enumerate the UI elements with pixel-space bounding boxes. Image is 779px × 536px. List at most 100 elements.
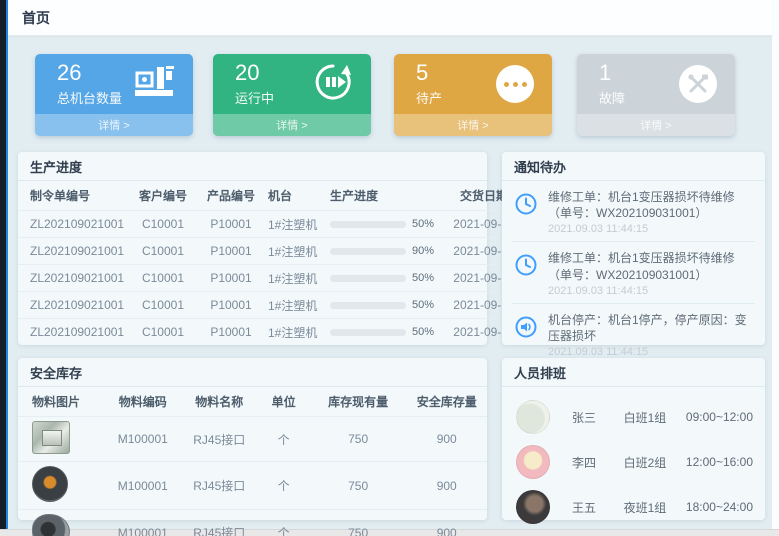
material-name: RJ45接口 [181,510,257,536]
table-row: M100001 RJ45接口 个 750 900 [18,462,487,510]
progress-percent: 50% [412,218,434,230]
shift-time: 18:00~24:00 [686,500,753,514]
avatar [516,400,550,434]
progress-percent: 50% [412,326,434,338]
notification-time: 2021.09.03 11:44:15 [548,223,753,235]
speaker-icon [514,312,540,358]
notification-item[interactable]: 维修工单：机台1变压器损坏待维修（单号：WX202109031001） 2021… [512,181,755,242]
running-icon [313,62,353,107]
card-detail-link[interactable]: 详情 > [213,114,371,136]
column-header: 物料图片 [18,387,105,417]
person-name: 王五 [572,499,624,516]
column-header: 库存现有量 [310,387,407,417]
current-stock: 750 [310,417,407,462]
table-row: ZL202109021001 C10001 P10001 1#注塑机 50% 2… [18,292,522,319]
column-header: 单位 [258,387,310,417]
column-header: 安全库存量 [406,387,487,417]
machine-name: 1#注塑机 [266,211,328,238]
table-row: ZL202109021001 C10001 P10001 1#注塑机 50% 2… [18,319,522,346]
current-stock: 750 [310,462,407,510]
progress-bar: 50% [330,326,444,338]
stat-card-total-machines[interactable]: 26 总机台数量 详情 > [35,54,193,136]
right-window-edge [772,0,779,529]
production-progress-panel: 生产进度 制令单编号 客户编号 产品编号 机台 生产进度 交货日期 ZL2021… [18,152,487,345]
customer-no: C10001 [130,265,196,292]
shift-label: 白班2组 [624,454,686,471]
progress-bar: 50% [330,299,444,311]
stat-card-running[interactable]: 20 运行中 详情 > [213,54,371,136]
progress-percent: 50% [412,272,434,284]
current-stock: 750 [310,510,407,536]
person-name: 张三 [572,409,624,426]
shift-label: 白班1组 [624,409,686,426]
material-code: M100001 [105,510,181,536]
clock-icon [514,189,540,235]
table-header-row: 物料图片 物料编码 物料名称 单位 库存现有量 安全库存量 [18,387,487,417]
shift-time: 12:00~16:00 [686,455,753,469]
card-detail-link[interactable]: 详情 > [394,114,552,136]
card-detail-link[interactable]: 详情 > [577,114,735,136]
left-accent-line [6,0,8,529]
column-header: 制令单编号 [18,181,130,211]
order-no: ZL202109021001 [18,211,130,238]
table-row: ZL202109021001 C10001 P10001 1#注塑机 50% 2… [18,211,522,238]
clock-icon [514,250,540,296]
column-header: 生产进度 [328,181,446,211]
tools-icon [679,65,717,103]
page-title: 首页 [22,8,50,28]
notification-item[interactable]: 机台停产：机台1停产，停产原因：变压器损坏 2021.09.03 11:44:1… [512,304,755,365]
material-unit: 个 [258,462,310,510]
round-speaker-photo [32,466,68,502]
notification-item[interactable]: 维修工单：机台1变压器损坏待维修（单号：WX202109031001） 2021… [512,242,755,303]
material-name: RJ45接口 [181,462,257,510]
customer-no: C10001 [130,292,196,319]
notification-time: 2021.09.03 11:44:15 [548,346,753,358]
avatar [516,445,550,479]
notification-text: 维修工单：机台1变压器损坏待维修（单号：WX202109031001） [548,189,753,221]
stat-value: 5 [416,61,442,85]
customer-no: C10001 [130,211,196,238]
rj45-connector-photo [32,421,70,454]
column-header: 机台 [266,181,328,211]
progress-percent: 50% [412,299,434,311]
page-header: 首页 [8,0,772,36]
product-no: P10001 [196,292,266,319]
stat-card-standby[interactable]: 5 待产 详情 > [394,54,552,136]
safety-stock: 900 [406,510,487,536]
shift-time: 09:00~12:00 [686,410,753,424]
card-detail-link[interactable]: 详情 > [35,114,193,136]
progress-bar: 90% [330,245,444,257]
machine-name: 1#注塑机 [266,265,328,292]
table-row: M100001 RJ45接口 个 750 900 [18,417,487,462]
avatar [516,490,550,524]
ellipsis-icon [496,65,534,103]
table-row: M100001 RJ45接口 个 750 900 [18,510,487,536]
panel-title: 安全库存 [18,358,487,387]
material-code: M100001 [105,417,181,462]
safety-stock: 900 [406,417,487,462]
stat-value: 26 [57,61,122,85]
order-no: ZL202109021001 [18,238,130,265]
stat-card-fault[interactable]: 1 故障 详情 > [577,54,735,136]
notification-text: 机台停产：机台1停产，停产原因：变压器损坏 [548,312,753,344]
product-no: P10001 [196,238,266,265]
customer-no: C10001 [130,319,196,346]
machine-icon [133,65,175,104]
stat-label: 待产 [416,88,442,107]
notification-time: 2021.09.03 11:44:15 [548,285,753,297]
column-header: 客户编号 [130,181,196,211]
order-no: ZL202109021001 [18,292,130,319]
stat-value: 1 [599,61,625,85]
dashboard-window: 首页 26 总机台数量 详情 > 20 [0,0,779,536]
notification-text: 维修工单：机台1变压器损坏待维修（单号：WX202109031001） [548,250,753,282]
table-header-row: 制令单编号 客户编号 产品编号 机台 生产进度 交货日期 [18,181,522,211]
inventory-table: 物料图片 物料编码 物料名称 单位 库存现有量 安全库存量 M100001 RJ… [18,387,487,536]
safety-stock: 900 [406,462,487,510]
notifications-panel: 通知待办 维修工单：机台1变压器损坏待维修（单号：WX202109031001）… [502,152,765,345]
column-header: 产品编号 [196,181,266,211]
progress-percent: 90% [412,245,434,257]
panel-title: 通知待办 [502,152,765,181]
stat-label: 运行中 [235,88,274,107]
stat-label: 故障 [599,88,625,107]
panel-title: 生产进度 [18,152,487,181]
